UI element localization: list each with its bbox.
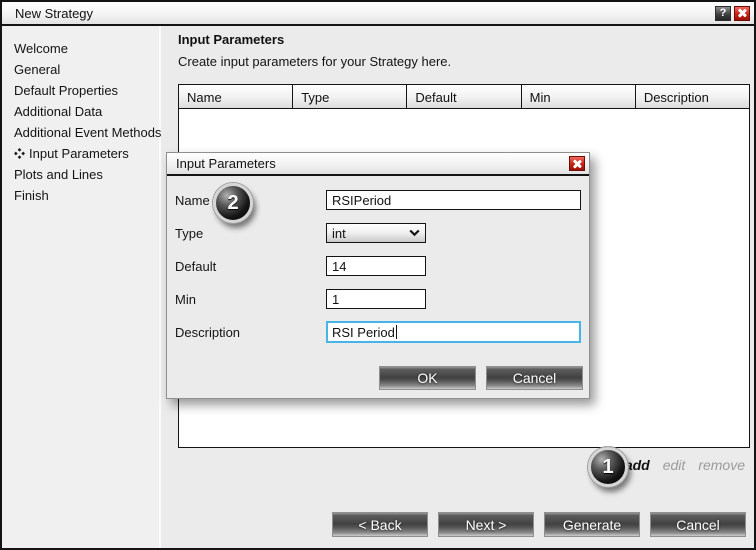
badge-number: 1 xyxy=(602,455,614,478)
badge-number: 2 xyxy=(227,191,239,214)
text-cursor xyxy=(395,325,397,339)
window-title: New Strategy xyxy=(15,5,94,21)
sidebar-item-label: Additional Data xyxy=(14,104,103,119)
column-header-min: Min xyxy=(521,85,636,109)
window-titlebar[interactable]: New Strategy ? xyxy=(2,2,754,26)
dialog-buttons: OK Cancel xyxy=(379,366,583,390)
page-title: Input Parameters xyxy=(178,32,285,47)
sidebar-item-input-parameters[interactable]: Input Parameters xyxy=(2,143,159,164)
sidebar-item-default-properties[interactable]: Default Properties xyxy=(2,80,159,101)
sidebar-item-label: Input Parameters xyxy=(29,146,129,161)
sidebar-item-label: Finish xyxy=(14,188,49,203)
table-action-links: add edit remove xyxy=(178,457,750,473)
default-field-row: Default xyxy=(175,255,581,277)
column-header-type: Type xyxy=(293,85,408,109)
sidebar-item-label: Additional Event Methods xyxy=(14,125,162,140)
sidebar-item-general[interactable]: General xyxy=(2,59,159,80)
add-link[interactable]: add xyxy=(625,457,650,473)
type-field-row: Type int xyxy=(175,222,581,244)
type-dropdown-value: int xyxy=(332,225,346,241)
table-header-row: Name Type Default Min Description xyxy=(179,85,750,109)
help-button[interactable]: ? xyxy=(715,5,731,21)
sidebar-item-finish[interactable]: Finish xyxy=(2,185,159,206)
sidebar-item-label: Default Properties xyxy=(14,83,119,98)
annotation-badge-2: 2 xyxy=(213,183,253,223)
sidebar-item-label: Welcome xyxy=(14,41,68,56)
generate-button[interactable]: Generate xyxy=(544,512,640,537)
type-field-label: Type xyxy=(175,225,204,241)
sidebar-item-plots-and-lines[interactable]: Plots and Lines xyxy=(2,164,159,185)
dialog-title: Input Parameters xyxy=(176,156,276,171)
column-header-default: Default xyxy=(407,85,522,109)
description-field-row: Description RSI Period xyxy=(175,321,581,343)
close-button[interactable] xyxy=(734,5,750,21)
description-field[interactable]: RSI Period xyxy=(326,321,581,343)
dialog-cancel-button[interactable]: Cancel xyxy=(486,366,583,390)
help-icon: ? xyxy=(719,7,727,19)
page-subtitle: Create input parameters for your Strateg… xyxy=(178,54,452,69)
type-dropdown[interactable]: int xyxy=(326,223,426,243)
dialog-titlebar[interactable]: Input Parameters xyxy=(167,153,589,176)
close-icon xyxy=(737,8,748,19)
titlebar-buttons: ? xyxy=(715,5,750,21)
annotation-badge-1: 1 xyxy=(588,447,628,487)
wizard-step-list: Welcome General Default Properties Addit… xyxy=(2,26,161,548)
min-field-label: Min xyxy=(175,291,196,307)
description-field-value: RSI Period xyxy=(332,324,395,340)
close-icon xyxy=(572,158,583,169)
default-field[interactable] xyxy=(326,256,426,276)
sidebar-item-additional-data[interactable]: Additional Data xyxy=(2,101,159,122)
remove-link[interactable]: remove xyxy=(698,457,745,473)
wizard-navigation-buttons: < Back Next > Generate Cancel xyxy=(332,512,746,537)
new-strategy-window: New Strategy ? Welcome General Default P… xyxy=(0,0,756,550)
chevron-down-icon xyxy=(409,229,420,237)
sidebar-item-label: General xyxy=(14,62,61,77)
min-field[interactable] xyxy=(326,289,426,309)
name-field[interactable] xyxy=(326,190,581,210)
sidebar-item-additional-event-methods[interactable]: Additional Event Methods xyxy=(2,122,162,143)
sidebar-item-label: Plots and Lines xyxy=(14,167,103,182)
cancel-button[interactable]: Cancel xyxy=(650,512,746,537)
ok-button[interactable]: OK xyxy=(379,366,476,390)
next-button[interactable]: Next > xyxy=(438,512,534,537)
column-header-description: Description xyxy=(635,85,750,109)
column-header-name: Name xyxy=(179,85,294,109)
current-step-icon xyxy=(14,148,25,159)
edit-link[interactable]: edit xyxy=(663,457,686,473)
back-button[interactable]: < Back xyxy=(332,512,428,537)
dialog-close-button[interactable] xyxy=(569,156,585,171)
sidebar-item-welcome[interactable]: Welcome xyxy=(2,38,159,59)
description-field-label: Description xyxy=(175,324,241,340)
default-field-label: Default xyxy=(175,258,217,274)
min-field-row: Min xyxy=(175,288,581,310)
